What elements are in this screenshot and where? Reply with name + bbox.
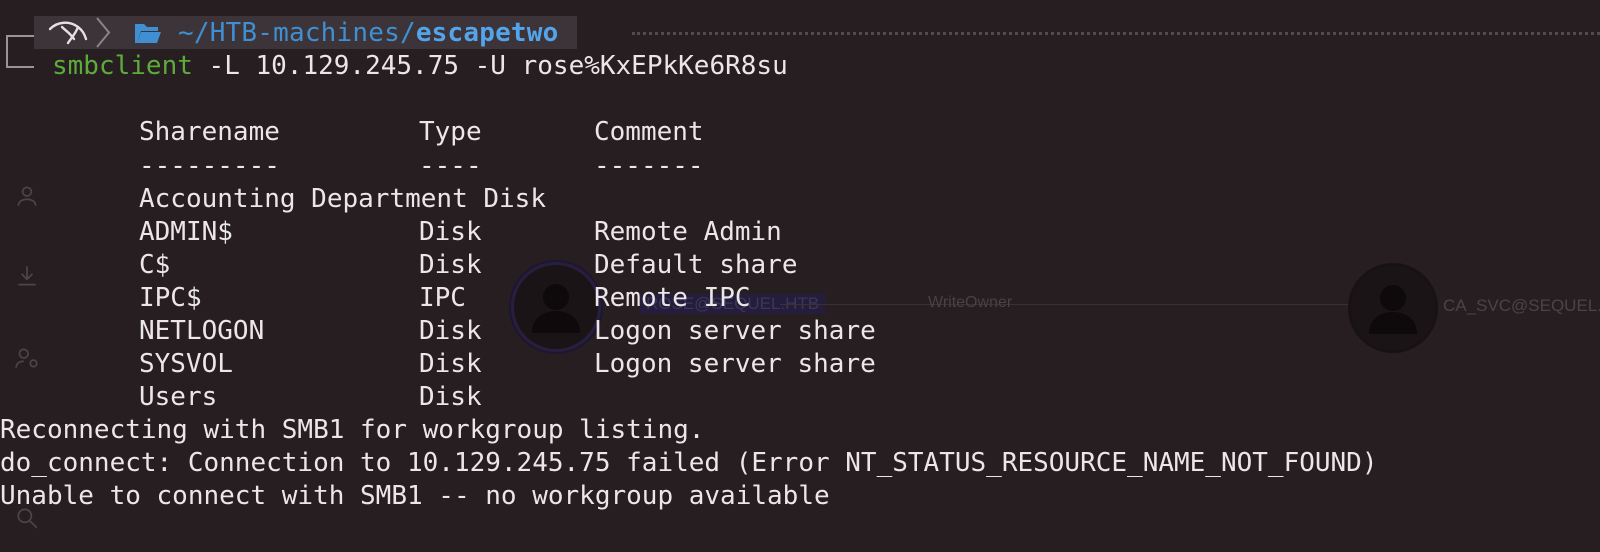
share-type: IPC (419, 283, 466, 313)
user-node-icon (1369, 285, 1417, 334)
folder-open-icon (134, 21, 162, 45)
graph-node-right (1348, 263, 1438, 353)
graph-node-right-label: CA_SVC@SEQUEL. (1443, 296, 1600, 315)
share-name: Accounting Department Disk (139, 184, 546, 214)
command-args: -L 10.129.245.75 -U rose%KxEPkKe6R8su (192, 51, 788, 81)
output-line: Unable to connect with SMB1 -- no workgr… (0, 481, 830, 511)
share-type: Disk (419, 217, 482, 247)
separator-comment: ------- (594, 151, 704, 181)
share-name: NETLOGON (139, 316, 265, 346)
share-name: ADMIN$ (139, 217, 233, 247)
command-name: smbclient (52, 51, 193, 81)
prompt-corner-line (6, 35, 34, 68)
graph-node-left (511, 262, 601, 352)
share-type: Disk (419, 250, 482, 280)
header-comment: Comment (594, 117, 704, 147)
output-line: do_connect: Connection to 10.129.245.75 … (0, 448, 1378, 478)
share-type: Disk (419, 349, 482, 379)
share-name: SYSVOL (139, 349, 233, 379)
path-current-dir: escapetwo (415, 17, 559, 48)
share-comment: Logon server share (594, 349, 876, 379)
header-sharename: Sharename (139, 117, 280, 147)
share-comment: Default share (594, 250, 798, 280)
path-prefix: ~/HTB-machines/ (178, 17, 416, 48)
prompt-filler-dots (632, 32, 1600, 35)
user-settings-icon (15, 348, 38, 368)
share-type: Disk (419, 382, 482, 412)
output-line: Reconnecting with SMB1 for workgroup lis… (0, 415, 705, 445)
command-line: smbclient -L 10.129.245.75 -U rose%KxEPk… (52, 50, 788, 83)
separator-sharename: --------- (139, 151, 280, 181)
download-icon (18, 266, 36, 286)
segment-separator-icon (96, 17, 111, 48)
share-comment: Remote Admin (594, 217, 782, 247)
share-comment: Remote IPC (594, 283, 751, 313)
kali-dragon-icon (48, 21, 88, 44)
user-node-icon (532, 284, 580, 333)
graph-edge (780, 304, 1350, 305)
share-name: C$ (139, 250, 171, 280)
share-type: Disk (419, 316, 482, 346)
separator-type: ---- (419, 151, 482, 181)
share-name: Users (139, 382, 218, 412)
prompt-os-segment (34, 16, 114, 49)
prompt-bar: ~/HTB-machines/escapetwo (34, 16, 577, 49)
prompt-path-segment: ~/HTB-machines/escapetwo (114, 16, 577, 49)
user-icon (17, 186, 37, 206)
header-type: Type (419, 117, 482, 147)
graph-edge-label: WriteOwner (928, 294, 1013, 311)
share-name: IPC$ (139, 283, 202, 313)
share-comment: Logon server share (594, 316, 876, 346)
